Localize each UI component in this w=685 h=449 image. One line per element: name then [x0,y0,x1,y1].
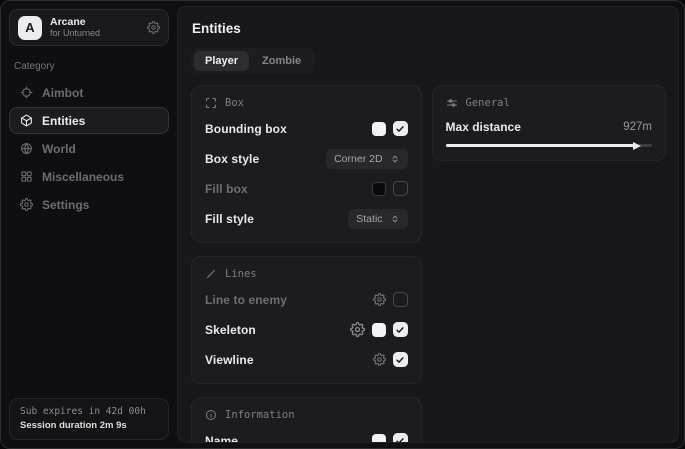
line-to-enemy-label: Line to enemy [205,293,287,307]
general-section-header: General [446,97,652,109]
fill-box-label: Fill box [205,182,248,196]
sidebar-item-aimbot[interactable]: Aimbot [9,79,169,106]
content-columns: Box Bounding box Box style [191,85,666,443]
viewline-checkbox[interactable] [393,352,408,367]
fill-box-row: Fill box [205,178,408,199]
fill-box-color-swatch[interactable] [372,182,386,196]
section-title: Lines [225,268,257,280]
sidebar-item-label: Aimbot [42,86,83,100]
subscription-card: Sub expires in 42d 00h Session duration … [9,398,169,440]
bounding-box-checkbox[interactable] [393,121,408,136]
sidebar-item-label: Settings [42,198,89,212]
line-to-enemy-gear-icon[interactable] [373,293,386,306]
skeleton-gear-icon[interactable] [350,322,365,337]
max-distance-slider[interactable] [446,144,652,147]
sliders-icon [446,97,458,109]
sidebar: A Arcane for Unturned Category Aimbot En… [1,1,177,448]
fill-style-select[interactable]: Static [348,209,407,229]
fill-style-value: Static [356,213,382,225]
section-title: General [466,97,510,109]
max-distance-row: Max distance 927m [446,118,652,136]
max-distance-label: Max distance [446,120,521,134]
gear-icon [20,198,33,211]
name-label: Name [205,434,238,444]
fill-style-row: Fill style Static [205,208,408,229]
fill-style-label: Fill style [205,212,254,226]
sidebar-item-miscellaneous[interactable]: Miscellaneous [9,163,169,190]
page-title: Entities [192,21,666,36]
bounding-box-label: Bounding box [205,122,287,136]
max-distance-thumb[interactable] [633,142,641,150]
general-section: General Max distance 927m [432,85,666,161]
viewline-label: Viewline [205,353,254,367]
grid-icon [20,170,33,183]
name-checkbox[interactable] [393,433,408,443]
check-icon [395,325,405,335]
category-label: Category [14,61,164,72]
app-window: A Arcane for Unturned Category Aimbot En… [0,0,685,449]
bounding-box-row: Bounding box [205,118,408,139]
skeleton-color-swatch[interactable] [372,323,386,337]
unfold-icon [390,214,400,224]
cube-icon [20,114,33,127]
section-title: Information [225,409,295,421]
session-duration-text: Session duration 2m 9s [20,420,158,431]
max-distance-fill [446,144,637,147]
sidebar-nav: Aimbot Entities World Miscellaneous Sett… [9,79,169,218]
brand-text: Arcane for Unturned [50,16,100,38]
sidebar-item-label: World [42,142,76,156]
main-panel: Entities Player Zombie Box Bounding box [177,6,679,443]
crosshair-icon [20,86,33,99]
information-section-header: Information [205,409,408,421]
sidebar-item-label: Entities [42,114,85,128]
sidebar-item-world[interactable]: World [9,135,169,162]
skeleton-checkbox[interactable] [393,322,408,337]
brand-subtitle: for Unturned [50,28,100,38]
box-style-select[interactable]: Corner 2D [326,149,407,169]
tab-zombie[interactable]: Zombie [251,51,312,71]
name-color-swatch[interactable] [372,434,386,444]
column-left: Box Bounding box Box style [191,85,422,443]
viewline-gear-icon[interactable] [373,353,386,366]
check-icon [395,355,405,365]
line-to-enemy-row: Line to enemy [205,289,408,310]
brand-card: A Arcane for Unturned [9,9,169,46]
section-title: Box [225,97,244,109]
check-icon [395,436,405,444]
globe-icon [20,142,33,155]
max-distance-value: 927m [623,121,652,133]
box-style-row: Box style Corner 2D [205,148,408,169]
sidebar-item-label: Miscellaneous [42,170,124,184]
skeleton-row: Skeleton [205,319,408,340]
information-section: Information Name Distance [191,397,422,443]
box-section-header: Box [205,97,408,109]
scan-icon [205,97,217,109]
column-right: General Max distance 927m [432,85,666,161]
brand-logo: A [18,16,42,40]
sidebar-item-entities[interactable]: Entities [9,107,169,134]
box-style-label: Box style [205,152,259,166]
tab-player[interactable]: Player [194,51,249,71]
brand-gear-icon[interactable] [147,21,160,34]
name-row: Name [205,430,408,443]
bounding-box-color-swatch[interactable] [372,122,386,136]
skeleton-label: Skeleton [205,323,256,337]
viewline-row: Viewline [205,349,408,370]
lines-section: Lines Line to enemy Skeleton [191,256,422,384]
info-icon [205,409,217,421]
check-icon [395,124,405,134]
sidebar-item-settings[interactable]: Settings [9,191,169,218]
brand-name: Arcane [50,16,100,28]
fill-box-checkbox[interactable] [393,181,408,196]
line-to-enemy-checkbox[interactable] [393,292,408,307]
sub-expiry-text: Sub expires in 42d 00h [20,406,158,417]
unfold-icon [390,154,400,164]
line-icon [205,268,217,280]
box-style-value: Corner 2D [334,153,382,165]
box-section: Box Bounding box Box style [191,85,422,243]
entity-tabs: Player Zombie [191,48,315,74]
lines-section-header: Lines [205,268,408,280]
